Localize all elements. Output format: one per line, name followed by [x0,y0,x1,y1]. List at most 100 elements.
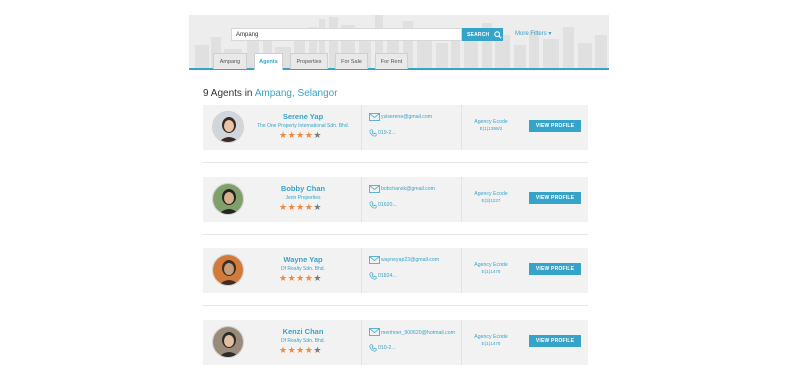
phone-icon [369,201,377,209]
view-profile-label: VIEW PROFILE [535,195,575,201]
results-count: 9 Agents in [203,88,253,99]
card-separator [203,234,588,235]
agency-code: Agency Ecode E(1)1476 [465,334,517,347]
agent-company-link[interactable]: The One Property International Sdn. Bhd. [253,123,353,129]
agent-rating: ★ ★ ★ ★ ★ [279,203,322,212]
agent-card: Wayne Yap Df Realty Sdn. Bhd. ★ ★ ★ ★ ★ wayn… [203,248,588,293]
star-filled-icon: ★ [279,130,288,140]
agent-phone[interactable]: 010-2... [369,344,396,352]
agent-phone-text: 019-2... [378,130,396,136]
agent-phone[interactable]: 019-2... [369,129,396,137]
view-profile-button[interactable]: VIEW PROFILE [529,120,581,132]
star-filled-icon: ★ [304,130,313,140]
agent-avatar[interactable] [212,111,244,143]
avatar-image [213,112,243,142]
phone-icon [369,129,377,137]
agent-rating: ★ ★ ★ ★ ★ [279,346,322,355]
agent-email[interactable]: ysiserene@gmail.com [369,113,461,121]
agent-email[interactable]: menhoer_900620@hotmail.com [369,328,461,337]
agent-phone-text: 010-2... [378,345,396,351]
agent-name-link[interactable]: Serene Yap [253,112,353,121]
more-filters-link[interactable]: More Filters ▾ [515,30,551,37]
agency-code: Agency Ecode E(3)1227 [465,191,517,204]
results-heading: 9 Agents in Ampang, Selangor [203,88,338,99]
tab-properties[interactable]: Properties [290,53,328,69]
star-filled-icon: ★ [304,273,313,283]
star-empty-icon: ★ [313,273,322,283]
star-filled-icon: ★ [287,345,296,355]
envelope-icon [369,256,380,264]
view-profile-button[interactable]: VIEW PROFILE [529,263,581,275]
phone-icon [369,272,377,280]
agent-avatar[interactable] [212,254,244,286]
star-empty-icon: ★ [313,345,322,355]
agent-rating: ★ ★ ★ ★ ★ [279,274,322,283]
star-empty-icon: ★ [313,202,322,212]
agent-email[interactable]: wayneyap23@gmail.com [369,256,461,264]
agent-name-link[interactable]: Kenzi Chan [253,327,353,336]
avatar-image [213,184,243,214]
agency-code-value: E(1)1476 [481,268,501,274]
star-filled-icon: ★ [287,273,296,283]
search-input[interactable]: Ampang [231,28,462,41]
tab-label: Properties [296,58,322,65]
column-divider [461,105,462,150]
column-divider [461,320,462,365]
agent-company-link[interactable]: Df Realty Sdn. Bhd. [253,266,353,272]
agency-code-value: E(1)1398/2 [479,125,503,131]
agent-phone-text: 01824... [378,273,397,279]
star-empty-icon: ★ [313,130,322,140]
agency-code: Agency Ecode E(1)1398/2 [465,119,517,132]
view-profile-button[interactable]: VIEW PROFILE [529,335,581,347]
agency-code-value: E(1)1476 [481,340,501,346]
agent-card: Kenzi Chan Df Realty Sdn. Bhd. ★ ★ ★ ★ ★ men… [203,320,588,365]
envelope-icon [369,328,380,336]
column-divider [361,177,362,222]
agent-phone[interactable]: 01620... [369,201,397,209]
phone-icon [369,344,377,352]
view-profile-label: VIEW PROFILE [535,123,575,129]
search-button-label: SEARCH [467,31,490,38]
star-filled-icon: ★ [287,202,296,212]
agent-card: Serene Yap The One Property Internationa… [203,105,588,150]
agent-email[interactable]: bobchansk@gmail.com [369,185,461,193]
agent-email-text: ysiserene@gmail.com [381,114,433,120]
page: Ampang SEARCH More Filters ▾ Ampang Agen… [0,0,800,375]
agency-code: Agency Ecode E(1)1476 [465,262,517,275]
agent-email-text: bobchansk@gmail.com [381,186,435,192]
caret-down-icon: ▾ [548,31,552,37]
agent-company-link[interactable]: Df Realty Sdn. Bhd. [253,338,353,344]
agency-code-value: E(3)1227 [481,197,501,203]
agent-name-link[interactable]: Wayne Yap [253,255,353,264]
agent-phone[interactable]: 01824... [369,272,397,280]
more-filters-label: More Filters [515,31,547,37]
star-filled-icon: ★ [279,273,288,283]
column-divider [461,177,462,222]
tab-label: For Rent [380,58,403,65]
tab-ampang[interactable]: Ampang [213,53,247,69]
agent-avatar[interactable] [212,183,244,215]
agent-card: Bobby Chan Jenn Properties ★ ★ ★ ★ ★ bobchan… [203,177,588,222]
star-filled-icon: ★ [296,345,305,355]
tab-for-rent[interactable]: For Rent [375,53,408,69]
star-filled-icon: ★ [279,202,288,212]
star-filled-icon: ★ [296,130,305,140]
view-profile-label: VIEW PROFILE [535,266,575,272]
agent-avatar[interactable] [212,326,244,358]
star-filled-icon: ★ [296,273,305,283]
star-filled-icon: ★ [304,345,313,355]
agent-name-link[interactable]: Bobby Chan [253,184,353,193]
view-profile-button[interactable]: VIEW PROFILE [529,192,581,204]
tab-for-sale[interactable]: For Sale [335,53,368,69]
agent-company-link[interactable]: Jenn Properties [253,195,353,201]
star-filled-icon: ★ [287,130,296,140]
search-icon [494,30,502,39]
tab-agents[interactable]: Agents [254,53,283,70]
column-divider [361,248,362,293]
envelope-icon [369,113,380,121]
tab-label: Ampang [219,58,241,65]
column-divider [361,320,362,365]
results-location-link[interactable]: Ampang, Selangor [255,88,338,99]
search-button[interactable]: SEARCH [462,28,503,41]
avatar-image [213,327,243,357]
